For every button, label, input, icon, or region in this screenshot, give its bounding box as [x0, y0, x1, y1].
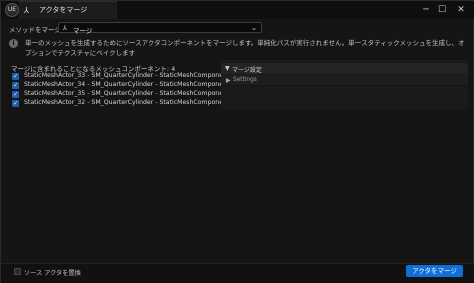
merge-method-label: メソッドをマージ [9, 26, 61, 34]
tab-label: アクタをマージ [39, 6, 88, 14]
component-label: StaticMeshActor_35 - SM_QuarterCylinder … [24, 90, 234, 97]
merge-method-value: マージ [73, 26, 93, 35]
close-button[interactable]: ✕ [454, 3, 468, 17]
component-label: StaticMeshActor_32 - SM_QuarterCylinder … [24, 99, 234, 106]
merge-actors-icon: ⅄ [24, 6, 29, 15]
merge-actors-button[interactable]: アクタをマージ [406, 265, 463, 277]
merge-actors-window: UE ⅄ アクタをマージ ─ ☐ ✕ メソッドをマージ ⅄ マージ ⌄ i 単一… [0, 0, 474, 283]
merge-description: 単一のメッシュを生成するためにソースアクタコンポーネントをマージします。単純化パ… [25, 39, 465, 57]
chevron-down-icon: ⌄ [251, 24, 257, 32]
component-checkbox[interactable]: ✓ [12, 82, 19, 89]
settings-row[interactable]: ▶ Settings [221, 75, 468, 86]
maximize-button[interactable]: ☐ [435, 3, 449, 17]
merge-method-dropdown[interactable]: ⅄ マージ ⌄ [58, 22, 262, 35]
unreal-logo-icon[interactable]: UE [5, 3, 19, 17]
component-checkbox[interactable]: ✓ [12, 91, 19, 98]
component-label: StaticMeshActor_33 - SM_QuarterCylinder … [24, 72, 234, 79]
component-checkbox[interactable]: ✓ [12, 100, 19, 107]
list-item[interactable]: ✓ StaticMeshActor_32 - SM_QuarterCylinde… [12, 99, 233, 108]
replace-source-actors-checkbox[interactable] [14, 268, 21, 275]
merge-settings-title: マージ設定 [232, 67, 262, 74]
merge-icon: ⅄ [63, 24, 67, 32]
list-item[interactable]: ✓ StaticMeshActor_34 - SM_QuarterCylinde… [12, 81, 233, 90]
minimize-button[interactable]: ─ [419, 3, 433, 17]
list-item[interactable]: ✓ StaticMeshActor_33 - SM_QuarterCylinde… [12, 72, 233, 81]
info-icon: i [9, 39, 18, 48]
component-checkbox[interactable]: ✓ [12, 73, 19, 80]
component-label: StaticMeshActor_34 - SM_QuarterCylinder … [24, 81, 234, 88]
chevron-down-icon: ▼ [225, 65, 230, 72]
chevron-right-icon: ▶ [226, 77, 231, 84]
list-item[interactable]: ✓ StaticMeshActor_35 - SM_QuarterCylinde… [12, 90, 233, 99]
title-bar: UE ⅄ アクタをマージ ─ ☐ ✕ [1, 1, 474, 19]
replace-source-actors-label: ソース アクタを置換 [24, 270, 81, 277]
settings-label: Settings [233, 77, 257, 83]
merge-settings-header[interactable]: ▼ マージ設定 [221, 63, 468, 74]
tab-merge-actors[interactable]: ⅄ アクタをマージ [19, 1, 117, 19]
